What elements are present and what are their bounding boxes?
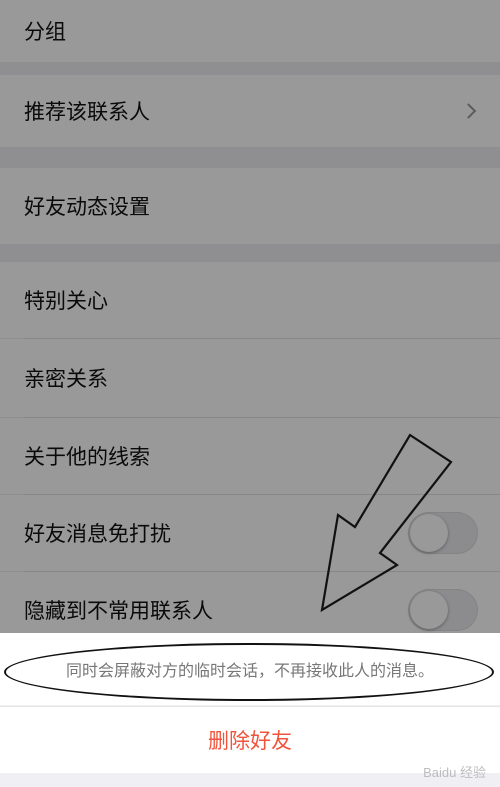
annotation-arrow-icon [320,433,453,613]
baidu-watermark: Baidu 经验 [423,765,486,780]
